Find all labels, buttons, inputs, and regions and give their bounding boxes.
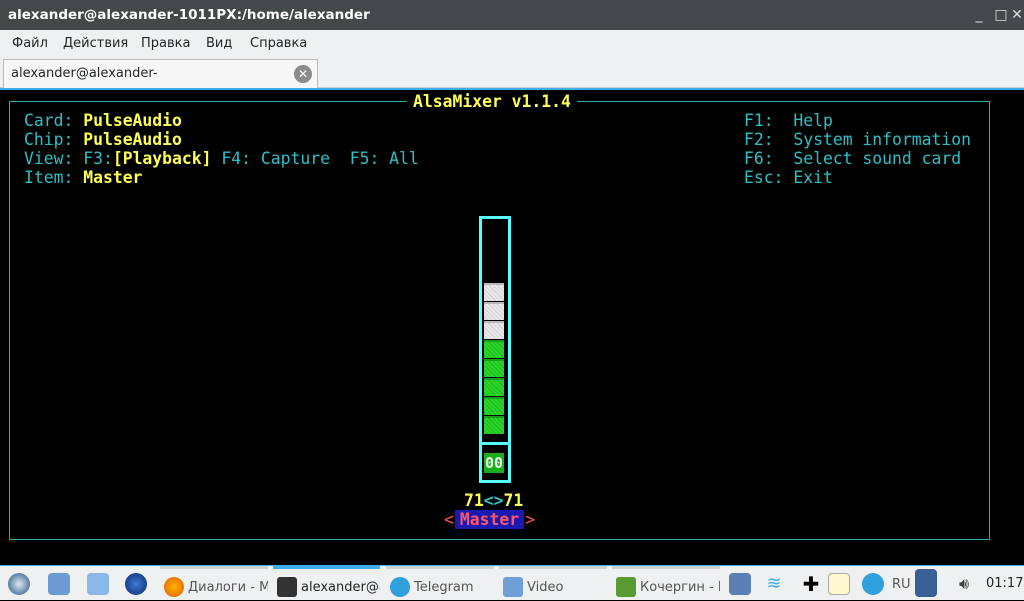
settings-tray-icon[interactable] [729, 573, 751, 595]
help-f6[interactable]: F6: Select sound card [744, 149, 961, 168]
usb-drive-icon[interactable] [915, 569, 937, 597]
network-add-icon[interactable]: ✚ [800, 573, 822, 595]
item-value: Master [83, 168, 143, 187]
menu-actions[interactable]: Действия [63, 30, 128, 58]
arrow-left: < [444, 510, 454, 529]
firefox-icon [164, 577, 184, 597]
volume-meter-segment [484, 340, 504, 358]
terminal-tab[interactable]: alexander@alexander-1011PX:/home/alexand… [3, 59, 318, 109]
help-f2[interactable]: F2: System information [744, 130, 971, 149]
card-label: Card: [24, 111, 74, 130]
volume-meter-segment [484, 359, 504, 377]
terminal[interactable]: AlsaMixer v1.1.4 Card: PulseAudio Chip: … [0, 88, 1024, 565]
keyboard-layout[interactable]: RU [892, 577, 911, 592]
volume-meter-segment [484, 321, 504, 339]
volume-meter-segment [484, 302, 504, 320]
tab-bar: alexander@alexander-1011PX:/home/alexand… [0, 58, 1024, 109]
task-video-player[interactable]: Кочергин - M [612, 566, 720, 601]
view-playback[interactable]: [Playback] [113, 149, 212, 168]
close-button[interactable]: ✕ [1006, 0, 1024, 30]
help-f1[interactable]: F1: Help [744, 111, 833, 130]
minimize-button[interactable]: _ [968, 0, 990, 30]
window-title: alexander@alexander-1011PX:/home/alexand… [8, 7, 370, 23]
text-editor-icon[interactable] [87, 573, 109, 595]
volume-icon[interactable]: 🔊︎ [953, 573, 975, 595]
alsamixer-title: AlsaMixer v1.1.4 [407, 92, 577, 111]
close-tab-icon[interactable]: ✕ [294, 65, 312, 83]
view-f3-key: F3: [83, 149, 113, 168]
card-value: PulseAudio [83, 111, 182, 130]
menu-view[interactable]: Вид [206, 30, 232, 58]
volume-meter-segment [484, 397, 504, 415]
arrow-right: > [525, 510, 535, 529]
view-all[interactable]: F5: All [350, 149, 419, 168]
menu-edit[interactable]: Правка [141, 30, 190, 58]
mute-indicator[interactable]: 00 [484, 453, 504, 473]
left-volume: 71 [464, 491, 484, 510]
right-volume: 71 [503, 491, 524, 510]
browser-globe-icon[interactable] [125, 573, 147, 595]
view-label: View: [24, 149, 74, 168]
volume-meter-segment [484, 416, 504, 434]
menu-file[interactable]: Файл [12, 30, 48, 58]
file-manager-icon[interactable] [48, 573, 70, 595]
volume-meter-segment [484, 283, 504, 301]
slider-divider [479, 442, 511, 445]
clock[interactable]: 01:17 [986, 576, 1023, 591]
task-video[interactable]: Video [499, 566, 607, 601]
telegram-icon [390, 577, 410, 597]
menu-bar: Файл Действия Правка Вид Справка [0, 30, 1024, 58]
folder-icon [503, 577, 523, 597]
telegram-tray-icon[interactable] [862, 573, 884, 595]
terminal-icon [277, 577, 297, 597]
item-label: Item: [24, 168, 74, 187]
view-capture[interactable]: F4: Capture [221, 149, 330, 168]
app-menu-icon[interactable] [8, 573, 30, 595]
taskbar: Диалоги - Mozilla alexander@a Telegram V… [0, 565, 1024, 600]
task-firefox[interactable]: Диалоги - Mozilla [160, 566, 268, 601]
volume-meter-segment [484, 378, 504, 396]
volume-separator: <> [483, 491, 504, 510]
task-terminal[interactable]: alexander@a [273, 566, 380, 601]
window-titlebar: alexander@alexander-1011PX:/home/alexand… [0, 0, 1024, 30]
help-esc[interactable]: Esc: Exit [744, 168, 833, 187]
task-telegram[interactable]: Telegram [386, 566, 494, 601]
video-player-icon [616, 577, 636, 597]
control-name[interactable]: Master [454, 510, 525, 529]
chip-label: Chip: [24, 130, 74, 149]
menu-help[interactable]: Справка [250, 30, 307, 58]
wifi-icon[interactable]: ≋ [763, 573, 785, 595]
clipboard-icon[interactable] [828, 573, 850, 595]
chip-value: PulseAudio [83, 130, 182, 149]
